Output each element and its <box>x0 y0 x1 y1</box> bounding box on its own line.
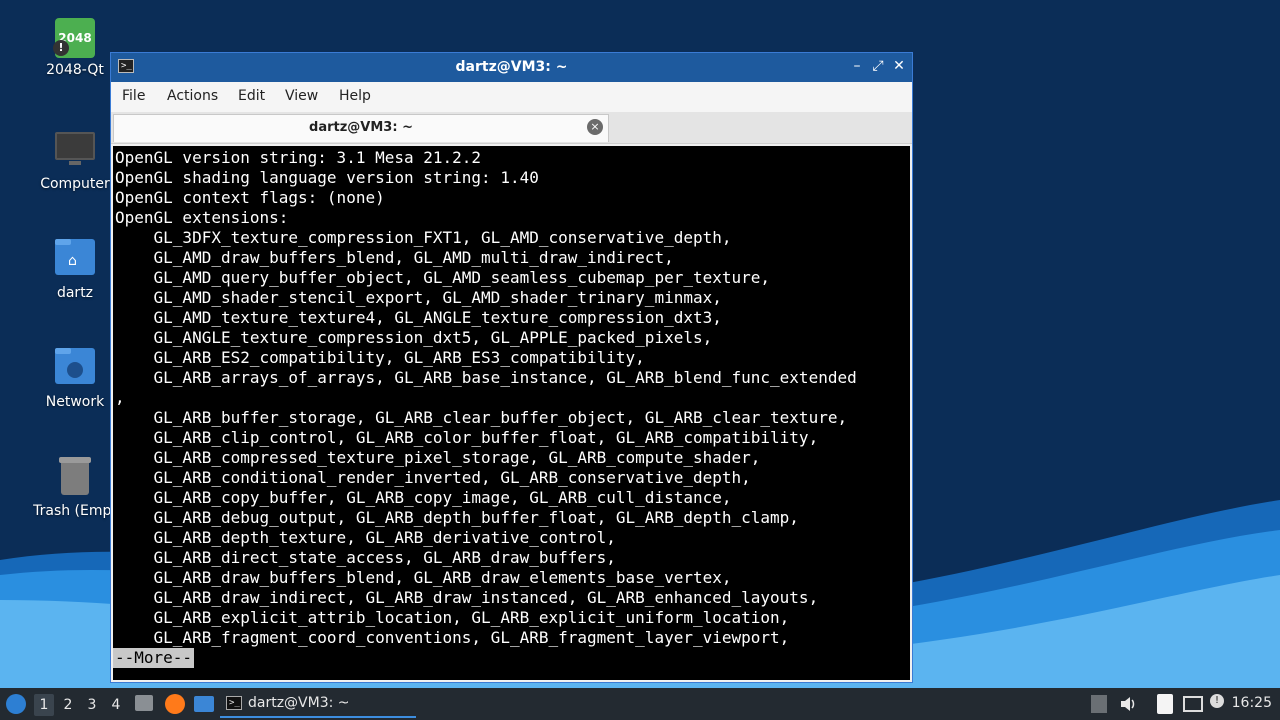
workspace-3[interactable]: 3 <box>82 694 102 716</box>
menu-file[interactable]: File <box>122 88 145 104</box>
terminal-line: GL_ARB_draw_indirect, GL_ARB_draw_instan… <box>115 588 819 607</box>
terminal-line: GL_ARB_clip_control, GL_ARB_color_buffer… <box>115 428 819 447</box>
minimize-button[interactable]: – <box>848 57 866 75</box>
file-manager-icon[interactable] <box>135 695 153 711</box>
firefox-icon[interactable] <box>165 694 185 714</box>
terminal-output[interactable]: OpenGL version string: 3.1 Mesa 21.2.2 Op… <box>113 146 910 680</box>
terminal-line: GL_ANGLE_texture_compression_dxt5, GL_AP… <box>115 328 713 347</box>
game-2048-icon: 2048 ! <box>53 18 95 58</box>
terminal-line: , <box>115 388 125 407</box>
terminal-line: GL_ARB_explicit_attrib_location, GL_ARB_… <box>115 608 790 627</box>
update-alert-icon[interactable]: ! <box>1210 694 1224 708</box>
terminal-line: GL_ARB_compressed_texture_pixel_storage,… <box>115 448 761 467</box>
network-folder-icon <box>53 346 97 390</box>
terminal-line: GL_ARB_arrays_of_arrays, GL_ARB_base_ins… <box>115 368 857 387</box>
maximize-button[interactable]: ⤢ <box>869 57 887 75</box>
tab-bar: dartz@VM3: ~ × <box>111 112 912 144</box>
window-title: dartz@VM3: ~ <box>455 59 568 75</box>
terminal-line: GL_ARB_conditional_render_inverted, GL_A… <box>115 468 751 487</box>
terminal-line: GL_ARB_fragment_coord_conventions, GL_AR… <box>115 628 790 647</box>
terminal-line: GL_3DFX_texture_compression_FXT1, GL_AMD… <box>115 228 732 247</box>
terminal-line: GL_AMD_draw_buffers_blend, GL_AMD_multi_… <box>115 248 674 267</box>
taskbar: 1 2 3 4 >_ dartz@VM3: ~ ! 16:25 <box>0 688 1280 720</box>
terminal-line: GL_AMD_texture_texture4, GL_ANGLE_textur… <box>115 308 722 327</box>
tab-terminal[interactable]: dartz@VM3: ~ × <box>113 114 609 142</box>
terminal-app-icon: >_ <box>226 696 242 710</box>
terminal-line: GL_ARB_buffer_storage, GL_ARB_clear_buff… <box>115 408 848 427</box>
menu-bar: File Actions Edit View Help <box>111 82 912 112</box>
terminal-line: GL_AMD_query_buffer_object, GL_AMD_seaml… <box>115 268 771 287</box>
network-status-icon[interactable] <box>1183 696 1203 712</box>
terminal-line: GL_ARB_direct_state_access, GL_ARB_draw_… <box>115 548 616 567</box>
workspace-2[interactable]: 2 <box>58 694 78 716</box>
task-label: dartz@VM3: ~ <box>248 695 350 711</box>
terminal-line: OpenGL extensions: <box>115 208 289 227</box>
terminal-line: GL_ARB_debug_output, GL_ARB_depth_buffer… <box>115 508 799 527</box>
tab-label: dartz@VM3: ~ <box>309 120 413 135</box>
terminal-line: GL_ARB_copy_buffer, GL_ARB_copy_image, G… <box>115 488 732 507</box>
menu-edit[interactable]: Edit <box>238 88 265 104</box>
clipboard-icon[interactable] <box>1157 694 1173 714</box>
close-button[interactable]: ✕ <box>890 57 908 75</box>
clock[interactable]: 16:25 <box>1232 695 1272 711</box>
home-folder-icon: ⌂ <box>53 237 97 281</box>
menu-actions[interactable]: Actions <box>167 88 218 104</box>
workspace-1[interactable]: 1 <box>34 694 54 716</box>
terminal-line: OpenGL shading language version string: … <box>115 168 539 187</box>
warning-icon: ! <box>53 40 69 56</box>
start-menu-icon[interactable] <box>6 694 26 714</box>
terminal-line: GL_AMD_shader_stencil_export, GL_AMD_sha… <box>115 288 722 307</box>
workspace-4[interactable]: 4 <box>106 694 126 716</box>
volume-icon[interactable] <box>1119 695 1137 713</box>
trash-icon <box>53 455 97 499</box>
terminal-line: GL_ARB_depth_texture, GL_ARB_derivative_… <box>115 528 616 547</box>
window-titlebar[interactable]: >_ dartz@VM3: ~ – ⤢ ✕ <box>111 53 912 82</box>
terminal-window[interactable]: >_ dartz@VM3: ~ – ⤢ ✕ File Actions Edit … <box>110 52 913 683</box>
show-desktop-icon[interactable] <box>194 696 214 712</box>
computer-icon <box>53 128 97 172</box>
taskbar-task-terminal[interactable]: >_ dartz@VM3: ~ <box>220 690 416 718</box>
terminal-line: GL_ARB_ES2_compatibility, GL_ARB_ES3_com… <box>115 348 645 367</box>
pager-more-prompt: --More-- <box>113 648 195 668</box>
tray-notification-icon[interactable] <box>1091 695 1107 713</box>
menu-view[interactable]: View <box>285 88 318 104</box>
tab-close-icon[interactable]: × <box>587 119 603 135</box>
menu-help[interactable]: Help <box>339 88 371 104</box>
terminal-line: GL_ARB_draw_buffers_blend, GL_ARB_draw_e… <box>115 568 732 587</box>
terminal-line: OpenGL version string: 3.1 Mesa 21.2.2 <box>115 148 482 167</box>
terminal-text: OpenGL version string: 3.1 Mesa 21.2.2 Op… <box>113 146 910 648</box>
terminal-line: OpenGL context flags: (none) <box>115 188 385 207</box>
